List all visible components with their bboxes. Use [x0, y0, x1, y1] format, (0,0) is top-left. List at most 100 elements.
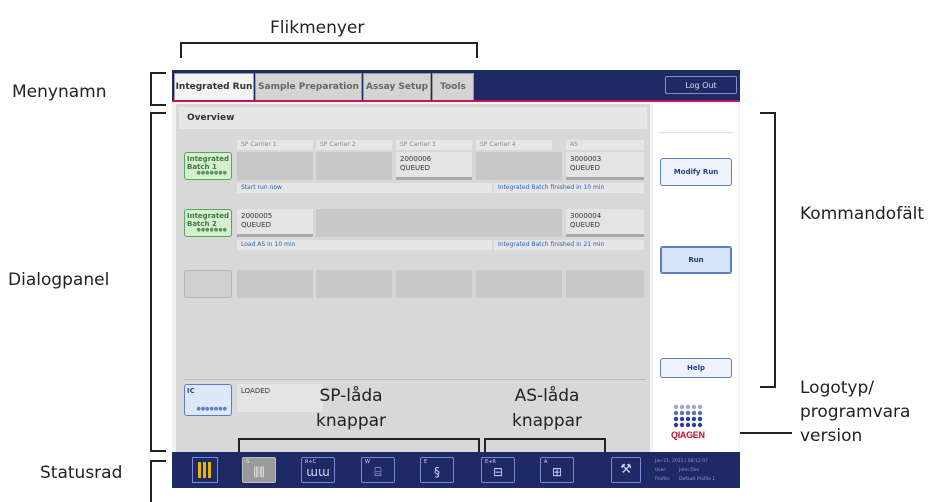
batch-1-info-left: Start run now: [237, 183, 492, 193]
overview-title: Overview: [179, 107, 647, 129]
instrument-screen: Integrated Run Sample Preparation Assay …: [172, 70, 740, 488]
batch-2-sp-job[interactable]: 2000005 QUEUED: [237, 209, 313, 237]
command-bar-divider: [659, 132, 733, 133]
batch-1-info-right: Integrated Batch finished in 10 min: [494, 183, 644, 193]
ic-label: IC: [187, 387, 195, 395]
ic-dots: ●●●●●●●: [196, 406, 227, 412]
batch-2-button[interactable]: Integrated Batch 2 ●●●●●●●: [184, 209, 232, 237]
run-button[interactable]: Run: [660, 246, 732, 274]
bracket-as-lada: [484, 438, 606, 452]
annotation-as-lada-line1: AS-låda: [514, 386, 580, 406]
ic-button[interactable]: IC ●●●●●●●: [184, 384, 232, 416]
annotation-sp-lada-line1: SP-låda: [319, 386, 383, 406]
tab-integrated-run[interactable]: Integrated Run: [174, 73, 254, 100]
qiagen-dots-icon: [673, 404, 703, 428]
ic-status: LOADED: [241, 387, 271, 395]
batch-1-sp-carrier-4[interactable]: [476, 152, 562, 180]
batch-1-dots: ●●●●●●●: [196, 170, 227, 176]
eluate-tube-icon: §: [434, 465, 440, 479]
annotation-sp-lada-line2: knappar: [316, 411, 387, 431]
waste-bin-icon: ⌸: [374, 465, 382, 479]
empty-row-cell-as: [566, 270, 644, 298]
batch-1-button[interactable]: Integrated Batch 1 ●●●●●●●: [184, 152, 232, 180]
tools-button[interactable]: ⚒: [611, 457, 641, 483]
logout-button[interactable]: Log Out: [665, 76, 737, 94]
annotation-as-lada: AS-låda knappar: [512, 384, 582, 434]
batch-1-sp-carrier-2[interactable]: [316, 152, 392, 180]
batch-1-sp-job-id: 2000006: [400, 155, 432, 163]
command-bar: Modify Run Run Help QIAGEN: [653, 104, 739, 452]
status-profile-label: Profile:: [655, 477, 671, 482]
help-button[interactable]: Help: [660, 358, 732, 378]
qiagen-wordmark: QIAGEN: [671, 430, 705, 440]
status-user-value: John Doe: [679, 468, 700, 473]
column-header-sp-carrier-1: SP Carrier 1: [237, 140, 313, 150]
annotation-dialogpanel: Dialogpanel: [8, 270, 110, 290]
empty-row-cell-2: [316, 270, 392, 298]
batch-2-label-line1: Integrated: [187, 212, 229, 220]
bracket-sp-lada: [238, 438, 480, 452]
tab-assay-setup[interactable]: Assay Setup: [363, 73, 431, 100]
batch-1-sp-job[interactable]: 2000006 QUEUED: [396, 152, 472, 180]
batch-2-as-job[interactable]: 3000004 QUEUED: [566, 209, 644, 237]
bracket-menynamn: [150, 72, 166, 106]
column-header-sp-carrier-3: SP Carrier 3: [396, 140, 472, 150]
annotation-flikmenyer: Flikmenyer: [270, 18, 365, 38]
annotation-logotyp-line1: Logotyp/: [800, 378, 875, 398]
batch-2-as-job-id: 3000004: [570, 212, 602, 220]
batch-1-as-job-status: QUEUED: [570, 164, 600, 172]
bracket-flikmenyer: [180, 42, 478, 58]
annotation-kommandofalt: Kommandofält: [800, 204, 924, 224]
batch-1-label-line1: Integrated: [187, 155, 229, 163]
annotation-as-lada-line2: knappar: [512, 411, 583, 431]
empty-batch-slot[interactable]: [184, 270, 232, 298]
status-profile-value: Default Profile 1: [679, 477, 716, 482]
drawer-button-s[interactable]: S ⫼⫼: [242, 457, 276, 483]
annotation-logotyp-line3: version: [800, 426, 863, 446]
bracket-kommandofalt: [760, 112, 776, 388]
eluate-reagent-rack-icon: ⊟: [492, 465, 504, 479]
status-bar: S ⫼⫼ R+C ɯɯ W ⌸ E § E+R ⊟ A ⊞ ⚒ Jan 21, …: [172, 452, 740, 488]
annotation-logotyp: Logotyp/ programvara version: [800, 376, 910, 448]
empty-row-cell-4: [476, 270, 562, 298]
batch-1-as-job[interactable]: 3000003 QUEUED: [566, 152, 644, 180]
column-header-sp-carrier-2: SP Carrier 2: [316, 140, 392, 150]
column-header-sp-carrier-4: SP Carrier 4: [476, 140, 552, 150]
drawer-button-w[interactable]: W ⌸: [361, 457, 395, 483]
ic-divider: [184, 379, 646, 380]
ic-status-cell[interactable]: LOADED: [237, 384, 323, 412]
tools-icon: ⚒: [620, 462, 632, 477]
qiagen-logo: QIAGEN: [670, 404, 710, 444]
bracket-dialogpanel: [150, 112, 166, 452]
pointer-logotyp: [735, 432, 792, 434]
drawer-button-e[interactable]: E §: [420, 457, 454, 483]
drawer-button-er[interactable]: E+R ⊟: [481, 457, 515, 483]
sample-rack-icon: ⫼⫼: [253, 465, 265, 479]
batch-2-as-job-status: QUEUED: [570, 221, 600, 229]
annotation-sp-lada: SP-låda knappar: [316, 384, 386, 434]
batch-2-dots: ●●●●●●●: [196, 227, 227, 233]
drawer-button-a[interactable]: A ⊞: [540, 457, 574, 483]
modify-run-button[interactable]: Modify Run: [660, 158, 732, 186]
column-header-as: AS: [566, 140, 644, 150]
menu-bar: Integrated Run Sample Preparation Assay …: [172, 70, 740, 102]
batch-1-sp-carrier-1[interactable]: [237, 152, 313, 180]
status-user-label: User:: [655, 468, 667, 473]
tab-sample-preparation[interactable]: Sample Preparation: [255, 73, 362, 100]
batch-2-info-left: Load AS in 10 min: [237, 240, 492, 250]
annotation-menynamn: Menynamn: [12, 82, 107, 102]
batch-1-as-job-id: 3000003: [570, 155, 602, 163]
batch-2-sp-carrier-span[interactable]: [316, 209, 562, 237]
empty-row-cell-3: [396, 270, 472, 298]
reagent-cartridge-icon: ɯɯ: [306, 465, 330, 479]
annotation-logotyp-line2: programvara: [800, 402, 911, 422]
batch-1-sp-job-status: QUEUED: [400, 164, 430, 172]
batch-2-info-right: Integrated Batch finished in 21 min: [494, 240, 644, 250]
tab-tools[interactable]: Tools: [432, 73, 474, 100]
batch-2-sp-job-status: QUEUED: [241, 221, 271, 229]
status-bar-left-icon[interactable]: [192, 457, 218, 483]
drawer-button-rc[interactable]: R+C ɯɯ: [301, 457, 335, 483]
empty-row-cell-1: [237, 270, 313, 298]
annotation-statusrad: Statusrad: [40, 463, 123, 483]
bracket-statusrad: [150, 460, 166, 502]
